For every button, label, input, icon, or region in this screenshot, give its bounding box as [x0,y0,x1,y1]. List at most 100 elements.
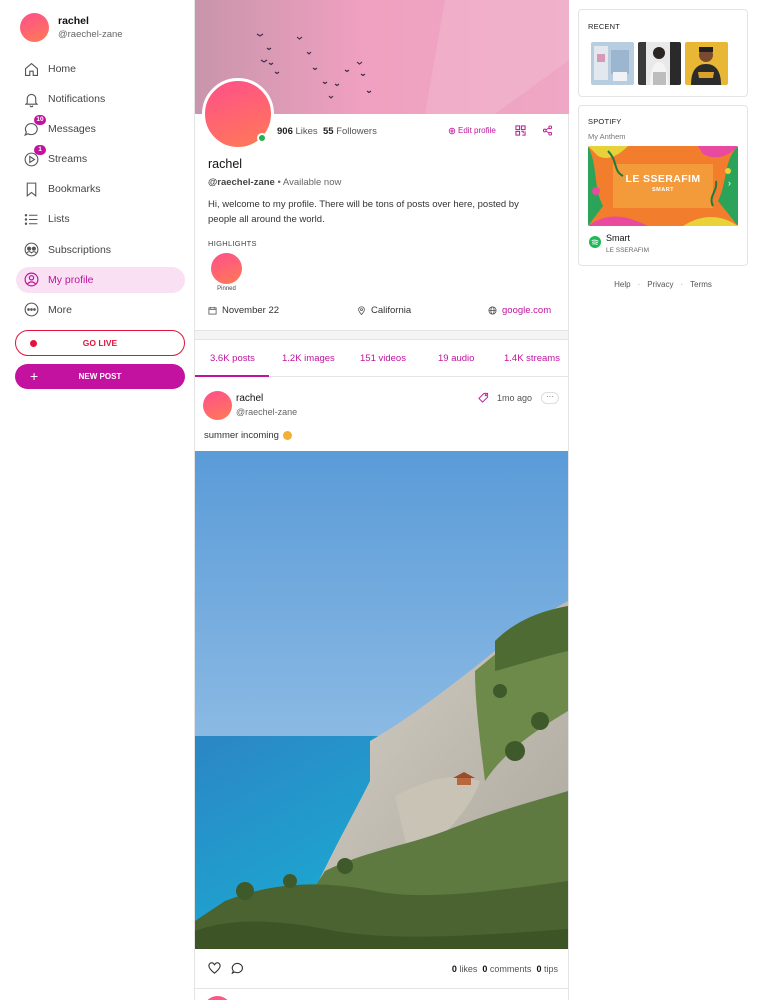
post-timestamp: 1mo ago [497,393,533,403]
chevron-right-icon[interactable]: › [728,178,731,188]
new-post-button[interactable]: + NEW POST [15,364,185,389]
footer-separator: · [680,280,684,289]
main-nav: Home Notifications 10 Messages 1 Streams… [16,56,185,327]
chat-icon: 10 [22,115,46,138]
calendar-icon [208,306,217,315]
recent-title: RECENT [588,22,621,31]
nav-item-messages[interactable]: 10 Messages [16,115,185,142]
post-counts: 0 likes 0 comments 0 tips [452,964,558,974]
footer-terms-link[interactable]: Terms [690,280,712,289]
current-user[interactable]: rachel @raechel-zane [20,13,123,42]
tips-label: tips [543,964,558,974]
tab-images[interactable]: 1.2K images [282,340,335,377]
qr-code-icon[interactable] [515,125,526,136]
followers-count[interactable]: 55 [323,126,334,137]
nav-item-home[interactable]: Home [16,56,185,82]
location: California [357,305,411,316]
recent-thumbnail[interactable] [591,42,634,85]
user-name: rachel [58,15,89,27]
profile-bio: Hi, welcome to my profile. There will be… [208,199,519,225]
post-author-name[interactable]: rachel [236,393,263,404]
post-author-avatar[interactable] [203,391,232,420]
nav-item-streams[interactable]: 1 Streams [16,145,185,172]
recent-thumbnail[interactable] [638,42,681,85]
nav-item-subscriptions[interactable]: Subscriptions [16,237,185,263]
messages-badge: 10 [34,115,46,126]
song-title[interactable]: Smart [606,233,630,243]
nav-item-bookmarks[interactable]: Bookmarks [16,176,185,202]
highlight-pinned[interactable] [211,253,242,284]
emoji-icon [282,431,292,440]
spotify-icon [589,236,601,248]
footer-help-link[interactable]: Help [614,280,630,289]
profile-name: rachel [208,157,243,171]
content-tabs: 3.6K posts 1.2K images 151 videos 19 aud… [195,340,568,377]
live-dot-icon [30,340,37,347]
tab-videos[interactable]: 151 videos [360,340,406,377]
followers-label[interactable]: Followers [336,126,377,137]
album-cover[interactable]: LE SSERAFIM SMART › [588,146,738,226]
tab-streams[interactable]: 1.4K streams [504,340,560,377]
bell-icon [22,90,40,108]
nav-label: Streams [48,153,88,166]
streams-badge: 1 [34,145,46,156]
spotify-subtitle: My Anthem [588,132,626,141]
more-icon [22,301,40,319]
comment-icon[interactable] [231,962,244,975]
availability-status: • Available now [277,177,342,188]
play-circle-icon: 1 [22,145,46,168]
online-status-dot [257,133,267,143]
spotify-card: SPOTIFY My Anthem LE SSERAFIM SMART › Sm… [578,105,748,266]
post-author-handle[interactable]: @raechel-zane [236,407,297,417]
footer-separator: · [637,280,641,289]
website-link[interactable]: google.com [488,305,551,316]
tag-icon[interactable] [478,392,489,403]
avatar[interactable] [20,13,49,42]
heart-icon[interactable] [208,962,221,975]
footer-privacy-link[interactable]: Privacy [647,280,673,289]
post-options-button[interactable]: ··· [541,392,559,404]
post-actions: 0 likes 0 comments 0 tips [195,949,568,989]
recent-thumbnail[interactable] [685,42,728,85]
nav-label: Notifications [48,93,106,106]
list-icon [22,210,40,228]
left-sidebar: rachel @raechel-zane Home Notifications … [0,0,194,1000]
website-text: google.com [502,305,552,316]
share-icon[interactable] [542,125,553,136]
go-live-label: GO LIVE [82,338,118,348]
song-artist[interactable]: LE SSERAFIM [606,247,649,254]
joined-date: November 22 [208,305,279,316]
spotify-title: SPOTIFY [588,117,622,126]
recent-card: RECENT [578,9,748,97]
likes-count: 906 [277,126,293,137]
location-pin-icon [358,306,365,315]
tips-count: 0 [536,964,542,974]
user-handle: @raechel-zane [58,29,123,40]
comments-count: 0 [482,964,488,974]
go-live-button[interactable]: GO LIVE [15,330,185,356]
post-text: summer incoming [204,430,292,441]
tab-posts[interactable]: 3.6K posts [195,340,269,377]
likes-count: 0 [451,964,457,974]
profile-stats: 906 Likes 55 Followers [277,126,377,137]
joined-text: November 22 [222,305,280,316]
profile-handle-line: @raechel-zane • Available now [208,177,341,188]
nav-label: Messages [48,123,96,136]
nav-item-more[interactable]: More [16,297,185,323]
nav-item-notifications[interactable]: Notifications [16,86,185,112]
nav-item-lists[interactable]: Lists [16,206,185,232]
likes-label: Likes [295,126,318,137]
footer-links: Help · Privacy · Terms [578,280,748,289]
user-circle-icon [22,271,40,289]
edit-profile-button[interactable]: Edit profile [448,126,496,135]
new-post-label: NEW POST [78,372,122,381]
location-text: California [371,305,412,316]
comments-label: comments [489,964,532,974]
tab-audio[interactable]: 19 audio [438,340,474,377]
home-icon [22,60,40,78]
album-artist: LE SSERAFIM [625,173,701,185]
post-image[interactable] [195,451,568,949]
nav-label: Lists [48,213,70,226]
likes-label: likes [459,964,478,974]
nav-item-my-profile[interactable]: My profile [16,266,185,293]
